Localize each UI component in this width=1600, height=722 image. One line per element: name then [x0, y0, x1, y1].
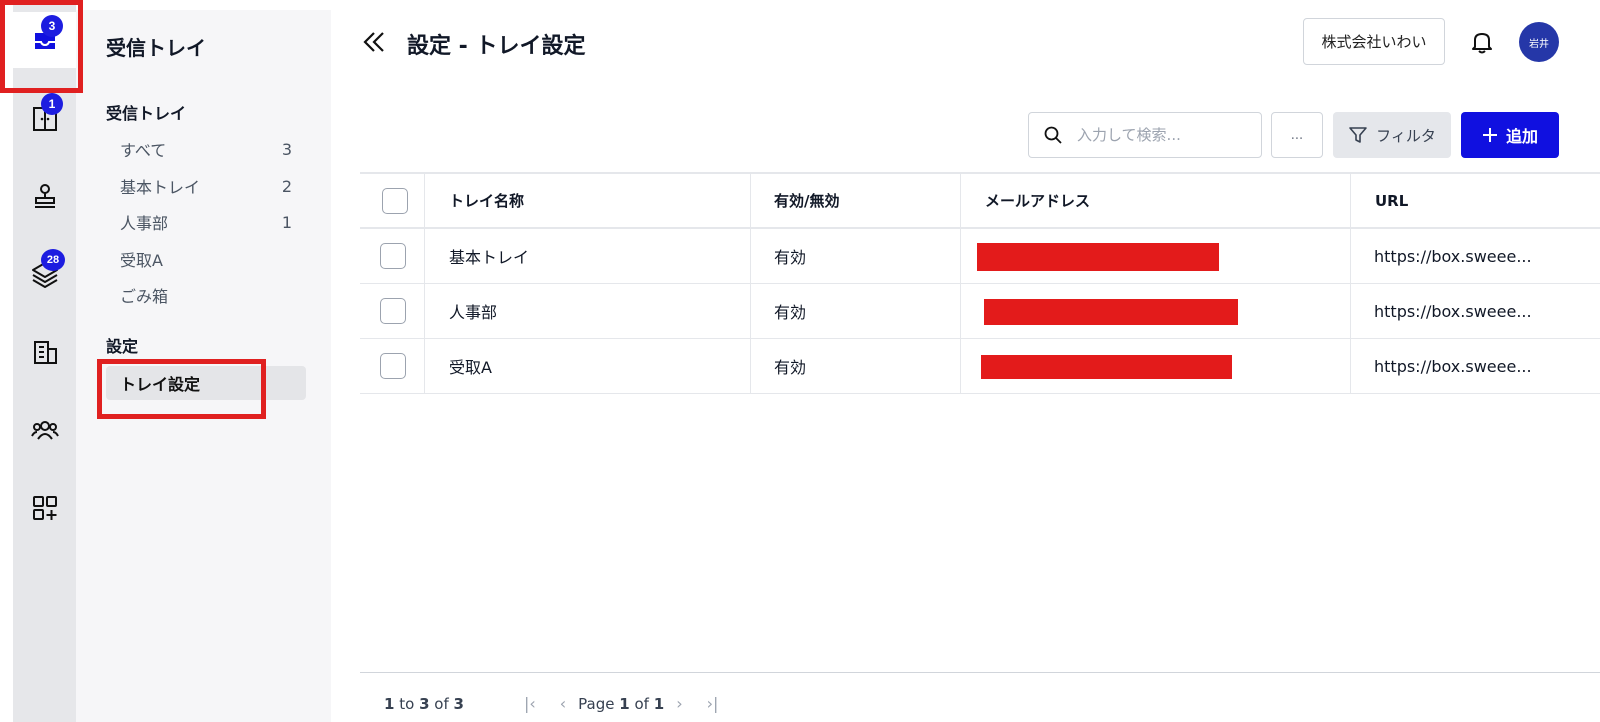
- stamp-icon: [34, 184, 55, 208]
- rail-item-inbox[interactable]: 3: [13, 12, 76, 68]
- tray-name-cell: 基本トレイ: [424, 229, 750, 283]
- rail-item-users[interactable]: [13, 402, 76, 458]
- footer-divider: [360, 672, 1600, 673]
- sidebar-item-basic-tray[interactable]: 基本トレイ 2: [106, 169, 306, 203]
- column-header-email[interactable]: メールアドレス: [960, 174, 1350, 227]
- page-title: 設定 - トレイ設定: [407, 34, 586, 59]
- select-all-checkbox[interactable]: [382, 187, 408, 214]
- avatar[interactable]: 岩井: [1519, 22, 1559, 62]
- row-checkbox-cell: [380, 339, 406, 393]
- filter-button[interactable]: フィルタ: [1333, 112, 1451, 158]
- next-page-icon[interactable]: ›: [676, 694, 682, 713]
- sidebar-item-label: すべて: [120, 141, 167, 160]
- table-row[interactable]: 基本トレイ 有効 https://box.sweee...: [360, 229, 1600, 284]
- current-page: 1: [619, 694, 630, 713]
- pagination-total: 3: [453, 694, 464, 713]
- sidebar-item-label: 人事部: [120, 214, 169, 233]
- inbox-section-label: 受信トレイ: [106, 104, 187, 123]
- row-checkbox-cell: [380, 284, 406, 338]
- status-cell: 有効: [750, 284, 960, 338]
- email-cell: [960, 284, 1350, 338]
- total-pages: 1: [653, 694, 665, 713]
- redaction-bar: [981, 355, 1232, 379]
- sidebar-item-count: 3: [281, 139, 292, 159]
- users-icon: [30, 421, 59, 440]
- icon-rail: 3 1 28: [13, 0, 76, 722]
- bell-icon[interactable]: [1468, 28, 1496, 56]
- last-page-icon[interactable]: ›|: [707, 694, 719, 713]
- status-cell: 有効: [750, 339, 960, 393]
- sidebar-item-all[interactable]: すべて 3: [106, 132, 306, 166]
- sidebar-item-hr[interactable]: 人事部 1: [106, 205, 306, 239]
- header-checkbox-cell: [382, 174, 408, 227]
- sidebar-item-count: 2: [281, 176, 292, 196]
- table-row[interactable]: 人事部 有効 https://box.sweee...: [360, 284, 1600, 339]
- filter-icon: [1349, 127, 1367, 143]
- rail-item-stamp[interactable]: [13, 168, 76, 224]
- apps-add-icon: [32, 496, 57, 520]
- building-icon: [33, 341, 57, 364]
- company-selector-button[interactable]: 株式会社いわい: [1303, 18, 1445, 65]
- sidebar-item-tray-settings[interactable]: トレイ設定: [106, 366, 306, 400]
- prev-page-icon[interactable]: ‹: [560, 694, 566, 713]
- pagination-of-word: of: [434, 694, 449, 713]
- email-cell: [960, 229, 1350, 283]
- cabinet-badge: 1: [41, 93, 63, 115]
- sidebar-item-trash[interactable]: ごみ箱: [106, 278, 306, 312]
- settings-section-label: 設定: [106, 337, 139, 356]
- rail-item-layers[interactable]: 28: [13, 246, 76, 302]
- row-checkbox[interactable]: [380, 243, 406, 269]
- add-button[interactable]: 追加: [1461, 112, 1559, 158]
- sidebar-title: 受信トレイ: [106, 36, 206, 60]
- inbox-badge: 3: [41, 15, 63, 37]
- sidebar-item-label: ごみ箱: [120, 287, 169, 306]
- row-checkbox[interactable]: [380, 298, 406, 324]
- tray-name-cell: 人事部: [424, 284, 750, 338]
- redaction-bar: [984, 299, 1238, 325]
- row-checkbox[interactable]: [380, 353, 406, 379]
- pagination-from: 1: [384, 694, 395, 713]
- collapse-chevrons-icon[interactable]: [360, 28, 388, 56]
- row-checkbox-cell: [380, 229, 406, 283]
- rail-item-building[interactable]: [13, 324, 76, 380]
- search-icon: [1044, 126, 1062, 144]
- sidebar-item-label: 基本トレイ: [120, 178, 201, 197]
- rail-item-cabinet[interactable]: 1: [13, 90, 76, 146]
- status-cell: 有効: [750, 229, 960, 283]
- page-word: Page: [578, 694, 615, 713]
- rail-item-apps[interactable]: [13, 480, 76, 536]
- url-cell[interactable]: https://box.sweee...: [1350, 339, 1600, 393]
- filter-button-label: フィルタ: [1376, 126, 1436, 145]
- more-options-button[interactable]: ...: [1271, 112, 1323, 158]
- search-input[interactable]: [1077, 126, 1247, 144]
- secondary-sidebar: 受信トレイ 受信トレイ すべて 3 基本トレイ 2 人事部 1 受取A ごみ箱 …: [76, 10, 331, 722]
- redaction-bar: [977, 243, 1219, 271]
- app-root: 3 1 28 受信トレイ 受信トレイ すべて 3 基本トレイ 2 人事部 1 受…: [0, 0, 1600, 722]
- sidebar-item-receive-a[interactable]: 受取A: [106, 242, 306, 276]
- sidebar-item-count: 1: [281, 212, 292, 232]
- first-page-icon[interactable]: |‹: [524, 694, 536, 713]
- pagination: 1 to 3 of 3 |‹ ‹ Page 1 of 1 › ›|: [384, 694, 730, 713]
- sidebar-item-label: トレイ設定: [120, 375, 201, 394]
- tray-table: トレイ名称 有効/無効 メールアドレス URL 基本トレイ 有効 https:/…: [360, 172, 1600, 394]
- column-header-status[interactable]: 有効/無効: [750, 174, 960, 227]
- column-header-name[interactable]: トレイ名称: [424, 174, 750, 227]
- layers-badge: 28: [41, 249, 65, 271]
- table-row[interactable]: 受取A 有効 https://box.sweee...: [360, 339, 1600, 394]
- plus-icon: [1482, 128, 1497, 142]
- search-box[interactable]: [1028, 112, 1262, 158]
- column-header-url[interactable]: URL: [1350, 174, 1600, 227]
- add-button-label: 追加: [1505, 127, 1538, 146]
- table-header-row: トレイ名称 有効/無効 メールアドレス URL: [360, 172, 1600, 229]
- url-cell[interactable]: https://box.sweee...: [1350, 229, 1600, 283]
- pages-of-word: of: [634, 694, 649, 713]
- tray-name-cell: 受取A: [424, 339, 750, 393]
- pagination-to: 3: [419, 694, 430, 713]
- email-cell: [960, 339, 1350, 393]
- url-cell[interactable]: https://box.sweee...: [1350, 284, 1600, 338]
- sidebar-item-label: 受取A: [120, 251, 163, 270]
- pagination-to-word: to: [399, 694, 415, 713]
